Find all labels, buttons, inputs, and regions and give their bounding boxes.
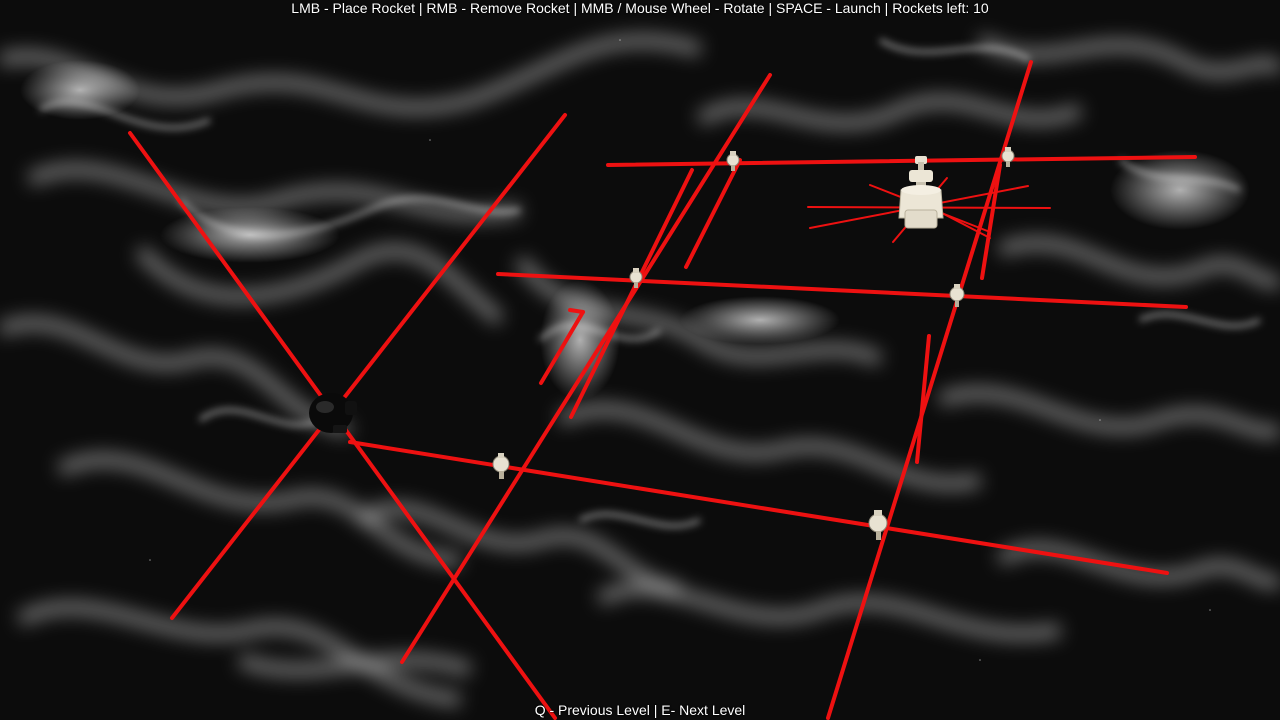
game-viewport[interactable] <box>0 0 1280 720</box>
controls-hint: LMB - Place Rocket | RMB - Remove Rocket… <box>291 0 989 16</box>
level-nav-hint: Q - Previous Level | E- Next Level <box>534 702 746 718</box>
nebula-background <box>0 0 1280 720</box>
